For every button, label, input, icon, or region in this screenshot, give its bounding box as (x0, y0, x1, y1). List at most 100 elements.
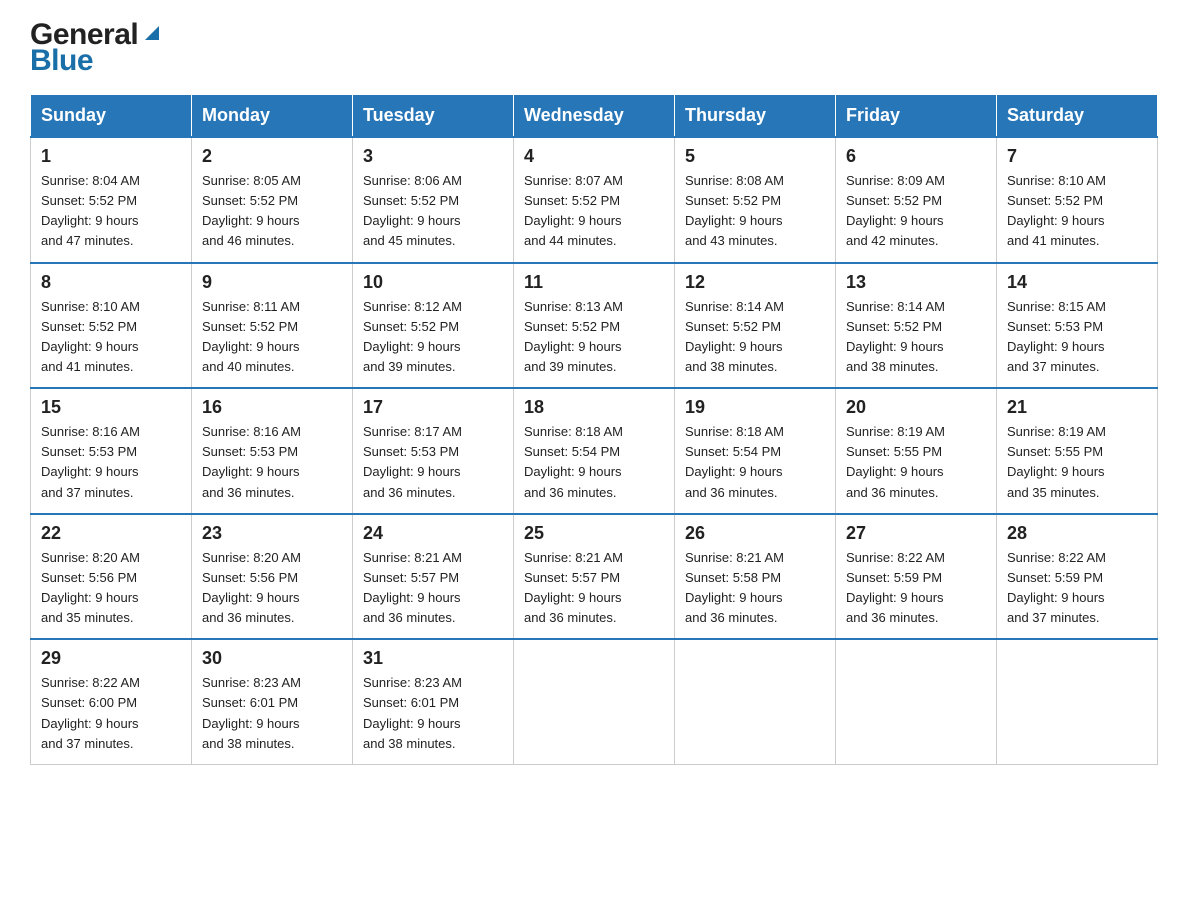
header-thursday: Thursday (675, 95, 836, 138)
logo: General Blue (30, 20, 163, 76)
day-info: Sunrise: 8:20 AMSunset: 5:56 PMDaylight:… (41, 548, 181, 629)
calendar-cell: 10 Sunrise: 8:12 AMSunset: 5:52 PMDayligh… (353, 263, 514, 389)
day-info: Sunrise: 8:23 AMSunset: 6:01 PMDaylight:… (363, 673, 503, 754)
calendar-cell: 13 Sunrise: 8:14 AMSunset: 5:52 PMDayligh… (836, 263, 997, 389)
calendar-cell: 20Sunrise: 8:19 AMSunset: 5:55 PMDayligh… (836, 388, 997, 514)
page-header: General Blue (30, 20, 1158, 76)
calendar-cell: 31 Sunrise: 8:23 AMSunset: 6:01 PMDayligh… (353, 639, 514, 764)
logo-triangle-icon (141, 22, 163, 48)
header-tuesday: Tuesday (353, 95, 514, 138)
calendar-cell: 18Sunrise: 8:18 AMSunset: 5:54 PMDayligh… (514, 388, 675, 514)
calendar-table: Sunday Monday Tuesday Wednesday Thursday… (30, 94, 1158, 765)
day-number: 6 (846, 146, 986, 167)
calendar-cell (836, 639, 997, 764)
day-number: 3 (363, 146, 503, 167)
calendar-cell: 17 Sunrise: 8:17 AMSunset: 5:53 PMDayligh… (353, 388, 514, 514)
calendar-week-row: 22 Sunrise: 8:20 AMSunset: 5:56 PMDayligh… (31, 514, 1158, 640)
day-number: 11 (524, 272, 664, 293)
calendar-cell: 14 Sunrise: 8:15 AMSunset: 5:53 PMDayligh… (997, 263, 1158, 389)
calendar-cell: 12Sunrise: 8:14 AMSunset: 5:52 PMDayligh… (675, 263, 836, 389)
day-number: 13 (846, 272, 986, 293)
day-info: Sunrise: 8:14 AMSunset: 5:52 PMDaylight:… (846, 297, 986, 378)
calendar-cell: 9 Sunrise: 8:11 AMSunset: 5:52 PMDaylight… (192, 263, 353, 389)
day-number: 30 (202, 648, 342, 669)
day-info: Sunrise: 8:18 AMSunset: 5:54 PMDaylight:… (524, 422, 664, 503)
day-info: Sunrise: 8:21 AMSunset: 5:58 PMDaylight:… (685, 548, 825, 629)
day-number: 28 (1007, 523, 1147, 544)
calendar-cell: 7Sunrise: 8:10 AMSunset: 5:52 PMDaylight… (997, 137, 1158, 263)
day-number: 21 (1007, 397, 1147, 418)
day-info: Sunrise: 8:17 AMSunset: 5:53 PMDaylight:… (363, 422, 503, 503)
day-number: 17 (363, 397, 503, 418)
day-number: 9 (202, 272, 342, 293)
calendar-cell: 19 Sunrise: 8:18 AMSunset: 5:54 PMDayligh… (675, 388, 836, 514)
day-info: Sunrise: 8:05 AMSunset: 5:52 PMDaylight:… (202, 171, 342, 252)
header-friday: Friday (836, 95, 997, 138)
day-info: Sunrise: 8:09 AMSunset: 5:52 PMDaylight:… (846, 171, 986, 252)
calendar-week-row: 29 Sunrise: 8:22 AMSunset: 6:00 PMDayligh… (31, 639, 1158, 764)
day-number: 5 (685, 146, 825, 167)
calendar-cell: 2 Sunrise: 8:05 AMSunset: 5:52 PMDaylight… (192, 137, 353, 263)
day-info: Sunrise: 8:22 AMSunset: 6:00 PMDaylight:… (41, 673, 181, 754)
calendar-cell: 16Sunrise: 8:16 AMSunset: 5:53 PMDayligh… (192, 388, 353, 514)
day-info: Sunrise: 8:19 AMSunset: 5:55 PMDaylight:… (1007, 422, 1147, 503)
day-info: Sunrise: 8:21 AMSunset: 5:57 PMDaylight:… (524, 548, 664, 629)
calendar-cell: 4 Sunrise: 8:07 AMSunset: 5:52 PMDaylight… (514, 137, 675, 263)
calendar-cell: 22 Sunrise: 8:20 AMSunset: 5:56 PMDayligh… (31, 514, 192, 640)
day-info: Sunrise: 8:21 AMSunset: 5:57 PMDaylight:… (363, 548, 503, 629)
day-info: Sunrise: 8:18 AMSunset: 5:54 PMDaylight:… (685, 422, 825, 503)
header-wednesday: Wednesday (514, 95, 675, 138)
day-info: Sunrise: 8:08 AMSunset: 5:52 PMDaylight:… (685, 171, 825, 252)
calendar-cell: 21 Sunrise: 8:19 AMSunset: 5:55 PMDayligh… (997, 388, 1158, 514)
calendar-cell: 6 Sunrise: 8:09 AMSunset: 5:52 PMDaylight… (836, 137, 997, 263)
header-sunday: Sunday (31, 95, 192, 138)
day-info: Sunrise: 8:22 AMSunset: 5:59 PMDaylight:… (846, 548, 986, 629)
day-info: Sunrise: 8:12 AMSunset: 5:52 PMDaylight:… (363, 297, 503, 378)
header-saturday: Saturday (997, 95, 1158, 138)
calendar-cell (514, 639, 675, 764)
calendar-cell: 28 Sunrise: 8:22 AMSunset: 5:59 PMDayligh… (997, 514, 1158, 640)
calendar-cell: 1Sunrise: 8:04 AMSunset: 5:52 PMDaylight… (31, 137, 192, 263)
calendar-cell: 29 Sunrise: 8:22 AMSunset: 6:00 PMDayligh… (31, 639, 192, 764)
calendar-cell: 15 Sunrise: 8:16 AMSunset: 5:53 PMDayligh… (31, 388, 192, 514)
day-number: 4 (524, 146, 664, 167)
day-number: 8 (41, 272, 181, 293)
day-number: 10 (363, 272, 503, 293)
calendar-body: 1Sunrise: 8:04 AMSunset: 5:52 PMDaylight… (31, 137, 1158, 764)
day-info: Sunrise: 8:07 AMSunset: 5:52 PMDaylight:… (524, 171, 664, 252)
calendar-week-row: 8 Sunrise: 8:10 AMSunset: 5:52 PMDaylight… (31, 263, 1158, 389)
weekday-header-row: Sunday Monday Tuesday Wednesday Thursday… (31, 95, 1158, 138)
day-number: 29 (41, 648, 181, 669)
day-info: Sunrise: 8:20 AMSunset: 5:56 PMDaylight:… (202, 548, 342, 629)
day-info: Sunrise: 8:15 AMSunset: 5:53 PMDaylight:… (1007, 297, 1147, 378)
day-number: 27 (846, 523, 986, 544)
day-number: 7 (1007, 146, 1147, 167)
day-info: Sunrise: 8:06 AMSunset: 5:52 PMDaylight:… (363, 171, 503, 252)
calendar-cell: 11 Sunrise: 8:13 AMSunset: 5:52 PMDayligh… (514, 263, 675, 389)
day-number: 15 (41, 397, 181, 418)
day-info: Sunrise: 8:22 AMSunset: 5:59 PMDaylight:… (1007, 548, 1147, 629)
calendar-cell: 5 Sunrise: 8:08 AMSunset: 5:52 PMDaylight… (675, 137, 836, 263)
logo-blue-text: Blue (30, 46, 93, 76)
day-number: 14 (1007, 272, 1147, 293)
calendar-cell: 8 Sunrise: 8:10 AMSunset: 5:52 PMDaylight… (31, 263, 192, 389)
day-number: 23 (202, 523, 342, 544)
day-number: 19 (685, 397, 825, 418)
calendar-cell (997, 639, 1158, 764)
day-info: Sunrise: 8:23 AMSunset: 6:01 PMDaylight:… (202, 673, 342, 754)
day-number: 1 (41, 146, 181, 167)
day-info: Sunrise: 8:11 AMSunset: 5:52 PMDaylight:… (202, 297, 342, 378)
day-number: 20 (846, 397, 986, 418)
calendar-cell: 24Sunrise: 8:21 AMSunset: 5:57 PMDayligh… (353, 514, 514, 640)
day-info: Sunrise: 8:16 AMSunset: 5:53 PMDaylight:… (41, 422, 181, 503)
calendar-cell: 26 Sunrise: 8:21 AMSunset: 5:58 PMDayligh… (675, 514, 836, 640)
calendar-cell: 23 Sunrise: 8:20 AMSunset: 5:56 PMDayligh… (192, 514, 353, 640)
day-number: 31 (363, 648, 503, 669)
day-info: Sunrise: 8:13 AMSunset: 5:52 PMDaylight:… (524, 297, 664, 378)
calendar-week-row: 1Sunrise: 8:04 AMSunset: 5:52 PMDaylight… (31, 137, 1158, 263)
day-number: 22 (41, 523, 181, 544)
day-info: Sunrise: 8:10 AMSunset: 5:52 PMDaylight:… (41, 297, 181, 378)
day-number: 2 (202, 146, 342, 167)
day-info: Sunrise: 8:14 AMSunset: 5:52 PMDaylight:… (685, 297, 825, 378)
day-number: 26 (685, 523, 825, 544)
